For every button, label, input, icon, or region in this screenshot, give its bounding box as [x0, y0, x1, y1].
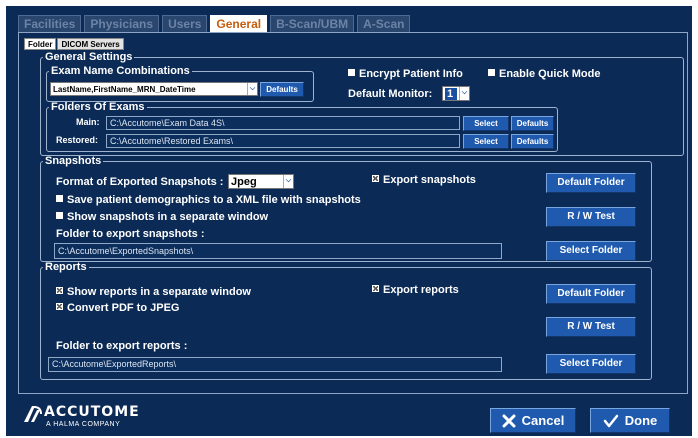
snapshots-folder-field[interactable]: C:\Accutome\ExportedSnapshots\: [54, 243, 502, 259]
reports-default-folder-button[interactable]: Default Folder: [546, 284, 636, 304]
export-snapshots-checkbox-box[interactable]: [372, 175, 379, 182]
quick-mode-label: Enable Quick Mode: [499, 68, 601, 80]
chevron-down-icon[interactable]: ⌵: [459, 87, 469, 100]
snapshots-separate-window-label: Show snapshots in a separate window: [67, 211, 269, 223]
default-monitor-combo[interactable]: 1 ⌵: [442, 86, 470, 101]
snapshots-separate-window-checkbox-box[interactable]: [56, 212, 63, 219]
brand-tagline: A HALMA COMPANY: [46, 421, 121, 428]
save-demographics-checkbox-box[interactable]: [56, 195, 63, 202]
cancel-button[interactable]: Cancel: [490, 408, 576, 433]
restored-folder-field[interactable]: C:\Accutome\Restored Exams\: [106, 134, 460, 148]
reports-select-folder-button[interactable]: Select Folder: [546, 354, 636, 374]
done-label: Done: [624, 413, 658, 428]
snapshots-separate-window-checkbox[interactable]: Show snapshots in a separate window: [56, 211, 268, 224]
snapshots-select-folder-button[interactable]: Select Folder: [546, 241, 636, 261]
snapshot-format-combo[interactable]: Jpeg ⌵: [228, 174, 294, 189]
quick-mode-checkbox-box[interactable]: [488, 69, 495, 76]
reports-legend: Reports: [45, 261, 87, 273]
reports-separate-window-label: Show reports in a separate window: [67, 286, 251, 298]
done-button[interactable]: Done: [590, 408, 670, 433]
default-monitor-value: 1: [445, 87, 457, 100]
export-snapshots-checkbox[interactable]: Export snapshots: [372, 174, 476, 187]
chevron-down-icon[interactable]: ⌵: [247, 83, 257, 95]
exam-defaults-button[interactable]: Defaults: [260, 82, 304, 97]
encrypt-label: Encrypt Patient Info: [359, 68, 463, 80]
subtab-dicom-servers[interactable]: DICOM Servers: [57, 38, 124, 50]
encrypt-patient-checkbox[interactable]: Encrypt Patient Info: [348, 68, 463, 81]
save-demographics-checkbox[interactable]: Save patient demographics to a XML file …: [56, 194, 361, 207]
main-select-button[interactable]: Select: [463, 116, 509, 131]
cancel-label: Cancel: [521, 413, 565, 428]
encrypt-checkbox-box[interactable]: [348, 69, 355, 76]
tab-physicians[interactable]: Physicians: [84, 15, 160, 32]
quick-mode-checkbox[interactable]: Enable Quick Mode: [488, 68, 600, 81]
convert-pdf-checkbox[interactable]: Convert PDF to JPEG: [56, 302, 179, 315]
tab-bscan-ubm[interactable]: B-Scan/UBM: [270, 15, 355, 32]
main-folder-field[interactable]: C:\Accutome\Exam Data 4S\: [106, 116, 460, 130]
main-defaults-button[interactable]: Defaults: [511, 116, 554, 131]
snapshot-format-label: Format of Exported Snapshots :: [56, 176, 224, 188]
close-icon: [502, 414, 516, 427]
export-snapshots-label: Export snapshots: [383, 174, 476, 186]
reports-rw-test-button[interactable]: R / W Test: [546, 317, 636, 337]
main-tabs: Facilities Physicians Users General B-Sc…: [18, 15, 411, 32]
tab-users[interactable]: Users: [162, 15, 208, 32]
tab-ascan[interactable]: A-Scan: [357, 15, 411, 32]
restored-select-button[interactable]: Select: [463, 134, 509, 149]
export-reports-label: Export reports: [383, 284, 459, 296]
snapshots-folder-label: Folder to export snapshots :: [56, 228, 205, 240]
sub-tabs: Folder DICOM Servers: [24, 38, 124, 50]
reports-folder-field[interactable]: C:\Accutome\ExportedReports\: [48, 357, 502, 372]
reports-separate-window-checkbox-box[interactable]: [56, 287, 63, 294]
accutome-logo-icon: [24, 406, 42, 422]
chevron-down-icon[interactable]: ⌵: [283, 175, 293, 188]
save-demographics-label: Save patient demographics to a XML file …: [67, 194, 361, 206]
restored-folder-label: Restored:: [56, 135, 99, 145]
snapshot-format-value: Jpeg: [231, 175, 257, 188]
exam-name-legend: Exam Name Combinations: [51, 65, 190, 77]
convert-pdf-checkbox-box[interactable]: [56, 303, 63, 310]
exam-name-combo[interactable]: LastName,FirstName_MRN_DateTime ⌵: [50, 82, 258, 96]
snapshots-default-folder-button[interactable]: Default Folder: [546, 173, 636, 193]
checkmark-icon: [603, 414, 618, 427]
export-reports-checkbox[interactable]: Export reports: [372, 284, 459, 297]
tab-general[interactable]: General: [210, 15, 268, 32]
brand-name: ACCUTOME: [44, 404, 140, 420]
main-folder-label: Main:: [76, 117, 100, 127]
tab-facilities[interactable]: Facilities: [18, 15, 82, 32]
folders-legend: Folders Of Exams: [51, 101, 145, 113]
general-settings-legend: General Settings: [45, 51, 133, 63]
restored-defaults-button[interactable]: Defaults: [511, 134, 554, 149]
snapshots-rw-test-button[interactable]: R / W Test: [546, 207, 636, 227]
reports-separate-window-checkbox[interactable]: Show reports in a separate window: [56, 286, 251, 299]
accutome-logo: ACCUTOME A HALMA COMPANY: [22, 402, 139, 434]
subtab-folder[interactable]: Folder: [24, 38, 57, 50]
default-monitor-label: Default Monitor:: [348, 88, 433, 100]
convert-pdf-label: Convert PDF to JPEG: [67, 302, 180, 314]
reports-folder-label: Folder to export reports :: [56, 340, 188, 352]
export-reports-checkbox-box[interactable]: [372, 285, 379, 292]
snapshots-legend: Snapshots: [45, 155, 102, 167]
exam-name-value: LastName,FirstName_MRN_DateTime: [53, 84, 196, 94]
